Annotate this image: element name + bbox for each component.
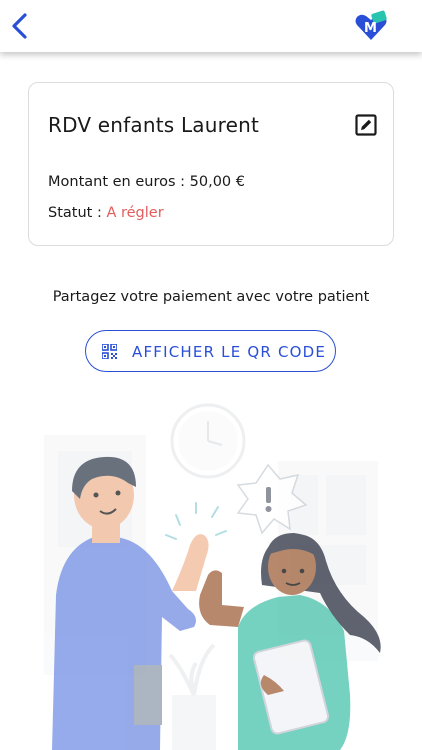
top-bar: M (0, 0, 422, 52)
show-qr-code-label: AFFICHER LE QR CODE (132, 343, 327, 361)
appointment-card: RDV enfants Laurent Montant en euros : 5… (28, 82, 394, 246)
qr-code-icon (102, 344, 117, 359)
share-instructions: Partagez votre paiement avec votre patie… (52, 289, 370, 305)
status-row: Statut : A régler (48, 205, 164, 221)
amount-row: Montant en euros : 50,00 € (48, 174, 245, 190)
amount-value: 50,00 € (189, 174, 245, 190)
status-value: A régler (106, 205, 164, 221)
edit-icon (355, 114, 377, 136)
back-button[interactable] (6, 10, 34, 42)
status-label: Statut : (48, 205, 102, 221)
svg-text:M: M (364, 21, 377, 36)
edit-button[interactable] (355, 114, 377, 136)
appointment-title: RDV enfants Laurent (48, 113, 260, 137)
chevron-left-icon (12, 13, 27, 39)
amount-label: Montant en euros : (48, 174, 186, 190)
show-qr-code-button[interactable]: AFFICHER LE QR CODE (85, 330, 336, 372)
high-five-illustration (44, 403, 381, 750)
app-logo-icon: M (354, 10, 388, 42)
